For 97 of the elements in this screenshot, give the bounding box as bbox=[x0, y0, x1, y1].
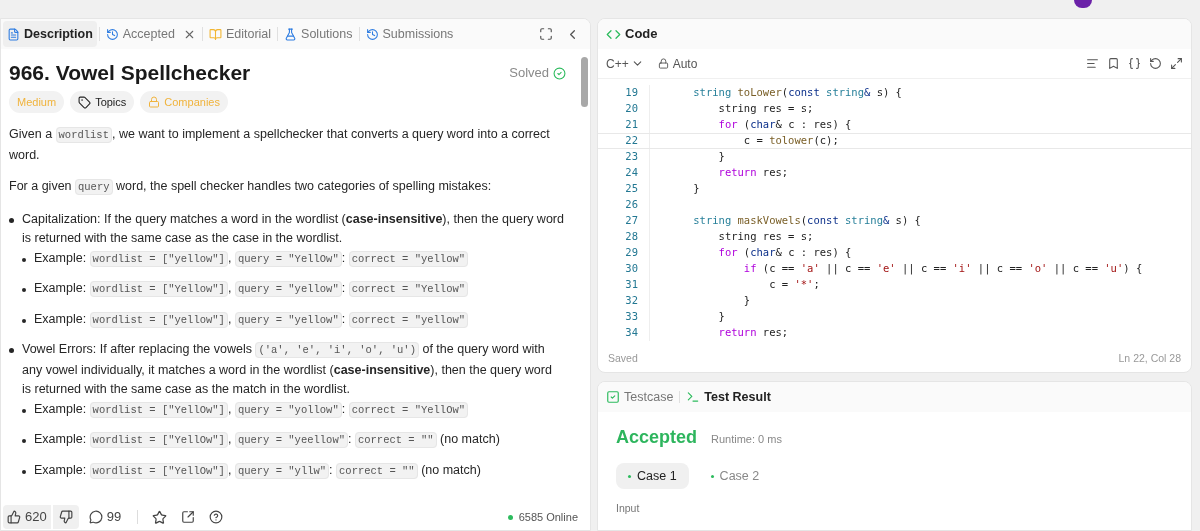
bullet-icon bbox=[9, 348, 14, 353]
line-number: 28 bbox=[624, 229, 639, 245]
code-line: c = tolower(c); bbox=[742, 133, 839, 149]
dislike-button[interactable] bbox=[52, 505, 79, 529]
line-number: 26 bbox=[624, 197, 639, 213]
share-icon[interactable] bbox=[181, 510, 196, 524]
example-item: Example: wordlist = ["Yellow"] , query = "yellow" : correct = "Yellow" bbox=[34, 279, 469, 300]
verdict: Accepted bbox=[616, 426, 698, 449]
bullet-icon bbox=[22, 408, 26, 413]
line-number: 25 bbox=[624, 181, 639, 197]
star-icon[interactable] bbox=[152, 509, 168, 525]
solved-status: Solved bbox=[509, 64, 549, 83]
example-item: Example: wordlist = ["yellow"] , query = "YellOw" : correct = "yellow" bbox=[34, 248, 469, 269]
code-line: string res = s; bbox=[717, 229, 814, 245]
tab[interactable]: Editorial bbox=[204, 21, 276, 47]
case-tab[interactable]: Case 2 bbox=[698, 463, 772, 489]
tab[interactable]: Testcase bbox=[606, 387, 674, 407]
line-number: 33 bbox=[624, 309, 639, 325]
code-line: if (c == 'a' || c == 'e' || c == 'i' || c == 'o' || c == 'u') { bbox=[742, 261, 1143, 277]
list-item: Vowel Errors: If after replacing the vowels ('a', 'e', 'i', 'o', 'u') of the query word with any vowel individually, it matches a word in the wordlist (case-insensitive), then the query word is returned with the same case as the match in the wordlist. bbox=[22, 341, 553, 398]
bullet-icon bbox=[22, 318, 26, 323]
bullet-icon bbox=[22, 288, 26, 292]
save-status: Saved bbox=[608, 351, 638, 367]
tab[interactable]: Accepted bbox=[101, 21, 200, 47]
help-icon[interactable] bbox=[209, 510, 224, 524]
line-number: 30 bbox=[624, 261, 639, 277]
line-number: 31 bbox=[624, 277, 639, 293]
fullscreen-icon[interactable] bbox=[539, 27, 553, 41]
tab[interactable]: Submissions bbox=[361, 21, 458, 47]
tag-icon bbox=[78, 95, 92, 109]
check-icon bbox=[553, 66, 566, 80]
like-button[interactable]: 620 bbox=[3, 505, 51, 529]
tag[interactable]: Topics bbox=[70, 91, 135, 113]
online-count: 6585 Online bbox=[518, 509, 578, 525]
history-icon bbox=[105, 27, 119, 41]
history-icon bbox=[365, 27, 379, 41]
lock-icon bbox=[148, 96, 161, 108]
comment-icon bbox=[88, 510, 103, 524]
tab[interactable]: Solutions bbox=[280, 21, 357, 47]
lock-icon bbox=[657, 58, 669, 69]
document-icon bbox=[7, 27, 20, 41]
bullet-icon bbox=[22, 257, 26, 262]
runtime: Runtime: 0 ms bbox=[711, 432, 782, 447]
line-number: 32 bbox=[624, 293, 639, 309]
panel-title: Code bbox=[625, 25, 658, 44]
bookmark-icon[interactable] bbox=[1107, 57, 1120, 70]
thumbs-up-icon bbox=[7, 510, 21, 524]
code-line: } bbox=[717, 309, 725, 325]
line-number: 34 bbox=[624, 325, 639, 341]
input-label: Input bbox=[616, 501, 641, 516]
example-item: Example: wordlist = ["YellOw"] , query = "yllw" : correct = "" (no match) bbox=[34, 461, 481, 481]
line-number: 19 bbox=[624, 85, 639, 101]
line-number: 23 bbox=[624, 149, 639, 165]
book-icon bbox=[208, 27, 222, 41]
line-number: 20 bbox=[624, 101, 639, 117]
code-line: for (char& c : res) { bbox=[717, 117, 852, 133]
problem-title: 966. Vowel Spellchecker bbox=[9, 60, 251, 87]
avatar-icon[interactable] bbox=[1074, 0, 1092, 8]
reset-icon[interactable] bbox=[1149, 57, 1162, 70]
case-tab[interactable]: Case 1 bbox=[616, 463, 689, 489]
code-line: for (char& c : res) { bbox=[717, 245, 852, 261]
code-line: string toLower(const string& s) { bbox=[692, 85, 902, 101]
example-item: Example: wordlist = ["YellOw"] , query = "yollow" : correct = "YellOw" bbox=[34, 399, 469, 420]
code-line: return res; bbox=[717, 165, 789, 181]
code-line: string maskVowels(const string& s) { bbox=[692, 213, 921, 229]
expand-icon[interactable] bbox=[1170, 57, 1183, 70]
bullet-icon bbox=[22, 469, 26, 474]
cursor-position: Ln 22, Col 28 bbox=[1118, 351, 1181, 367]
code-line: return res; bbox=[717, 325, 789, 341]
tab[interactable]: Description bbox=[3, 21, 97, 47]
paragraph: For a given query word, the spell checker handles two categories of spelling mistakes: bbox=[9, 178, 493, 197]
code-line: string res = s; bbox=[717, 101, 814, 117]
code-line: } bbox=[692, 181, 700, 197]
comments-button[interactable]: 99 bbox=[80, 505, 130, 529]
language-dropdown[interactable]: C++ bbox=[606, 54, 644, 73]
tab[interactable]: Test Result bbox=[686, 387, 771, 407]
thumbs-down-icon bbox=[58, 510, 73, 524]
line-number: 29 bbox=[624, 245, 639, 261]
code-line: } bbox=[717, 149, 725, 165]
paragraph: Given a wordlist , we want to implement a spellchecker that converts a query word into a correct word. bbox=[9, 126, 551, 164]
line-number: 27 bbox=[624, 213, 639, 229]
code-line: } bbox=[742, 293, 751, 309]
mode-label: Auto bbox=[672, 55, 698, 73]
checkbox-icon bbox=[606, 390, 620, 404]
line-number: 22 bbox=[624, 133, 639, 149]
bullet-icon bbox=[9, 217, 14, 223]
flask-icon bbox=[284, 27, 298, 41]
line-number: 21 bbox=[624, 117, 639, 133]
braces-icon[interactable] bbox=[1128, 57, 1141, 70]
example-item: Example: wordlist = ["YellOw"] , query = "yeellow" : correct = "" (no match) bbox=[34, 431, 500, 450]
list-item: Capitalization: If the query matches a word in the wordlist (case-insensitive), then the query word is returned with the same case as the case in the wordlist. bbox=[22, 210, 564, 247]
code-line: c = '*'; bbox=[768, 277, 820, 293]
example-item: Example: wordlist = ["yellow"] , query = "yellow" : correct = "yellow" bbox=[34, 309, 469, 330]
terminal-icon bbox=[686, 390, 701, 404]
bullet-icon bbox=[22, 439, 26, 443]
format-icon[interactable] bbox=[1086, 57, 1099, 70]
line-number: 24 bbox=[624, 165, 639, 181]
